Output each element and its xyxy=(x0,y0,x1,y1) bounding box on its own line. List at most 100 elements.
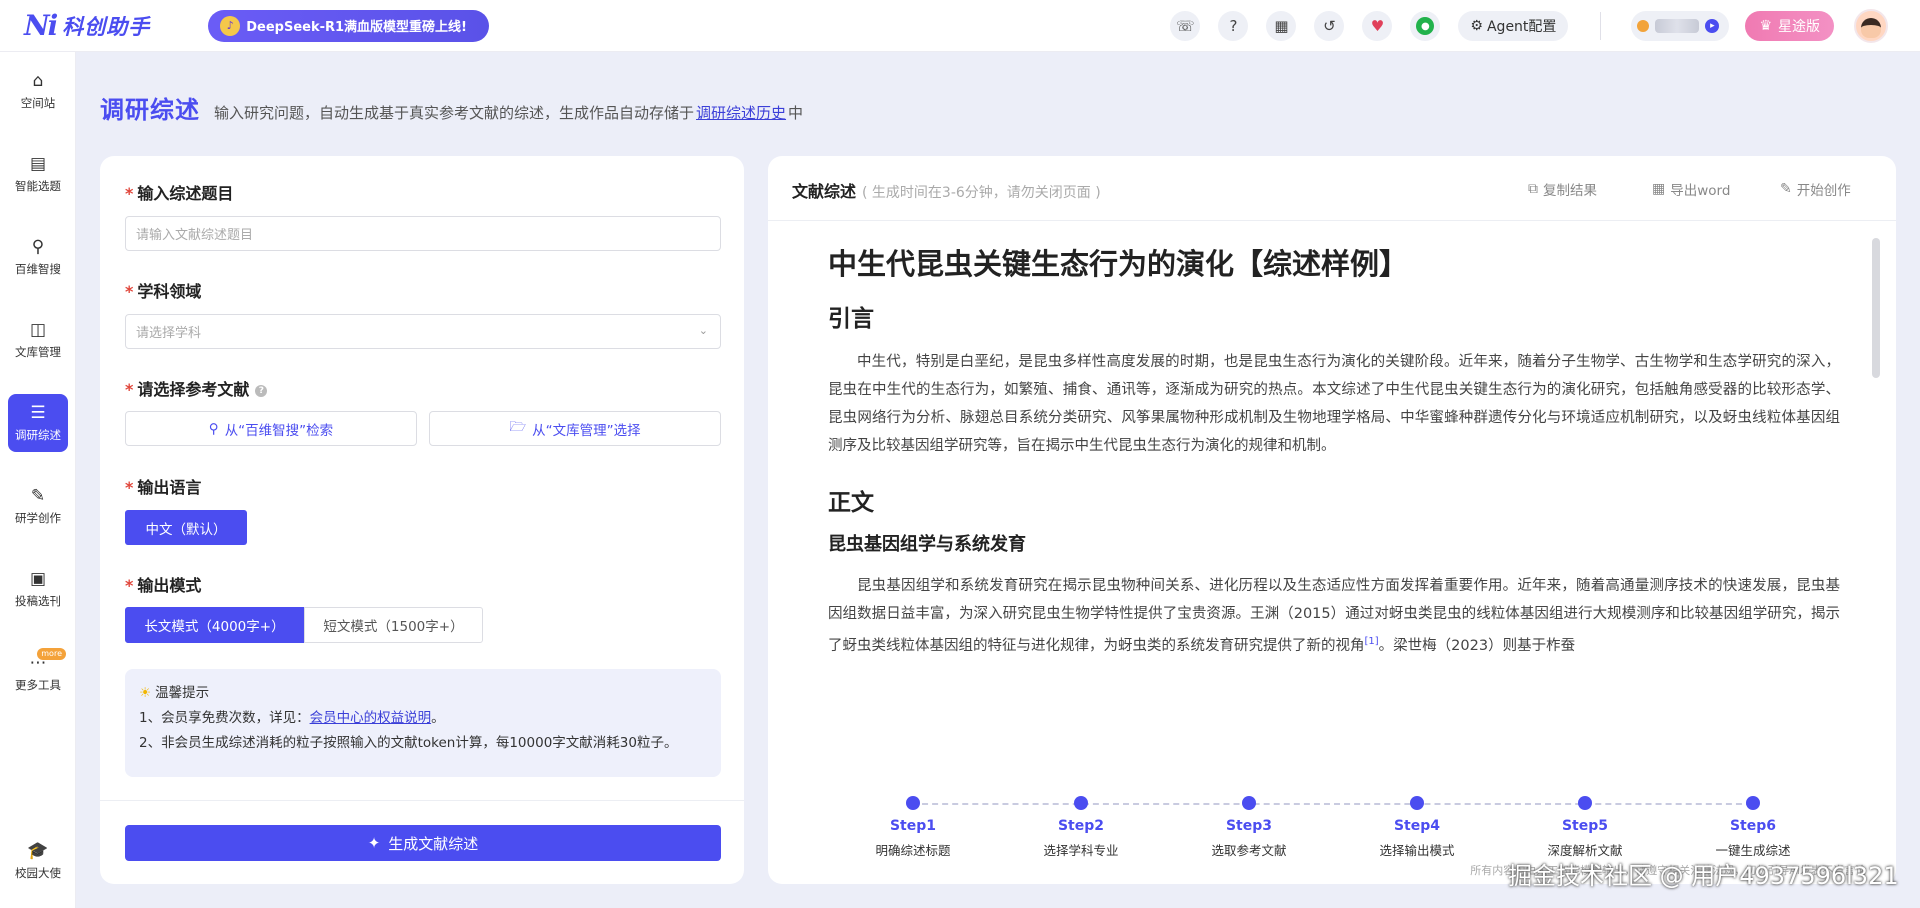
promo-banner[interactable]: ♪ DeepSeek-R1满血版模型重磅上线! xyxy=(208,9,489,42)
lang-option-chinese[interactable]: 中文（默认） xyxy=(125,510,247,545)
review-form-panel: * 输入综述题目 请输入文献综述题目 * 学科领域 请选择学科 ⌄ * 请选择参考文献… xyxy=(100,156,744,884)
generate-review-button[interactable]: ✦ 生成文献综述 xyxy=(125,825,721,861)
megaphone-icon: ♪ xyxy=(220,15,241,36)
magic-wand-icon: ✦ xyxy=(367,834,381,852)
arrow-right-icon: ▸ xyxy=(1705,19,1720,33)
vip-button[interactable]: ♛ 星途版 xyxy=(1745,11,1834,41)
edit-icon: ✎ xyxy=(30,486,46,506)
coin-icon xyxy=(1637,20,1650,32)
wechat-icon[interactable]: ● xyxy=(1410,11,1441,41)
step-dot xyxy=(1074,796,1088,810)
watermark: 掘金技术社区 @ 用户4937596l321 xyxy=(1508,862,1899,890)
desc-text: 输入研究问题，自动生成基于真实参考文献的综述，生成作品自动存储于 xyxy=(214,104,695,122)
sidebar-item-label: 智能选题 xyxy=(15,179,61,193)
agent-config-button[interactable]: ⚙ Agent配置 xyxy=(1458,11,1569,41)
lang-label: * 输出语言 xyxy=(125,478,202,497)
page-title: 调研综述 xyxy=(100,96,200,124)
sidebar-item-writing[interactable]: ✎ 研学创作 xyxy=(8,477,68,535)
refs-label: * 请选择参考文献? xyxy=(125,376,268,400)
avatar-face xyxy=(1861,18,1881,38)
sidebar-item-label: 调研综述 xyxy=(15,428,61,442)
home-icon: ⌂ xyxy=(32,71,44,91)
steps-bar: Step1 明确综述标题 Step2 选择学科专业 Step3 选取参考文献 S… xyxy=(768,776,1896,859)
more-badge: more xyxy=(37,648,66,660)
topic-placeholder: 请输入文献综述题目 xyxy=(136,228,254,243)
topic-input[interactable]: 请输入文献综述题目 xyxy=(125,216,721,251)
step-item: Step2 选择学科专业 xyxy=(1016,796,1146,859)
tips-title: ☀ 温馨提示 xyxy=(139,685,210,701)
section-heading: 昆虫基因组学与系统发育 xyxy=(828,534,1026,555)
tips-box: ☀ 温馨提示 1、会员享免费次数，详见：会员中心的权益说明。 2、非会员生成综述消… xyxy=(125,669,721,777)
step-number: Step1 xyxy=(889,818,937,834)
subject-placeholder: 请选择学科 xyxy=(136,326,202,341)
step-number: Step4 xyxy=(1393,818,1441,834)
copy-result-button[interactable]: ⧉ 复制结果 xyxy=(1528,179,1597,199)
ref-library-label: 从“文库管理”选择 xyxy=(532,422,641,439)
citation-link[interactable]: [1] xyxy=(1365,636,1379,647)
step-item: Step1 明确综述标题 xyxy=(848,796,978,859)
step-dot xyxy=(906,796,920,810)
step-number: Step3 xyxy=(1225,818,1273,834)
sidebar-item-label: 更多工具 xyxy=(15,678,61,692)
sidebar-item-label: 空间站 xyxy=(20,96,56,110)
mode-short-button[interactable]: 短文模式（1500字+） xyxy=(304,607,483,643)
body-heading: 正文 xyxy=(828,490,874,516)
search-doc-icon: ⚲ xyxy=(31,237,45,257)
heart-pulse-icon[interactable]: ♥ xyxy=(1362,11,1393,41)
review-history-link[interactable]: 调研综述历史 xyxy=(696,104,786,122)
start-creation-button[interactable]: ✎ 开始创作 xyxy=(1780,179,1851,199)
chevron-down-icon: ⌄ xyxy=(698,324,708,337)
step-dot xyxy=(1578,796,1592,810)
page-description: 输入研究问题，自动生成基于真实参考文献的综述，生成作品自动存储于 调研综述历史中 xyxy=(214,102,803,123)
folder-icon: 🗁 xyxy=(509,419,527,435)
journal-icon: ▣ xyxy=(29,569,47,589)
sidebar-item-space-station[interactable]: ⌂ 空间站 xyxy=(8,62,68,120)
step-item: Step6 一键生成综述 xyxy=(1688,796,1818,859)
step-description: 选取参考文献 xyxy=(1211,843,1287,858)
subject-select[interactable]: 请选择学科 ⌄ xyxy=(125,314,721,349)
scrollbar[interactable] xyxy=(1872,238,1880,378)
ref-search-button[interactable]: ⚲ 从“百维智搜”检索 xyxy=(125,411,417,446)
brand-name: 科创助手 xyxy=(62,14,151,39)
agent-config-label: Agent配置 xyxy=(1486,19,1557,35)
sidebar-item-journal[interactable]: ▣ 投稿选刊 xyxy=(8,560,68,618)
member-rights-link[interactable]: 会员中心的权益说明 xyxy=(310,710,432,726)
particle-balance[interactable]: ▸ xyxy=(1631,11,1730,41)
crown-icon: ♛ xyxy=(1759,18,1772,34)
intro-paragraph: 中生代，特别是白垩纪，是昆虫多样性高度发展的时期，也是昆虫生态行为演化的关键阶段… xyxy=(828,354,1840,454)
sidebar-item-review[interactable]: ☰ 调研综述 xyxy=(8,394,68,452)
gear-icon: ⚙ xyxy=(1470,18,1483,34)
sidebar-item-library[interactable]: ◫ 文库管理 xyxy=(8,311,68,369)
sidebar-item-campus-ambassador[interactable]: 🎓 校园大使 xyxy=(8,832,68,890)
step-item: Step3 选取参考文献 xyxy=(1184,796,1314,859)
avatar[interactable] xyxy=(1854,9,1888,43)
history-icon[interactable]: ↺ xyxy=(1314,11,1345,41)
headset-icon[interactable]: ☏ xyxy=(1170,11,1201,41)
question-icon[interactable]: ? xyxy=(1218,11,1249,41)
tip-1: 1、会员享免费次数，详见：会员中心的权益说明。 xyxy=(139,710,445,726)
result-title: 文献综述( 生成时间在3-6分钟，请勿关闭页面 ) xyxy=(792,182,1101,201)
mode-long-button[interactable]: 长文模式（4000字+） xyxy=(125,607,304,643)
word-icon: ▦ xyxy=(1652,181,1666,197)
section-paragraph: 昆虫基因组学和系统发育研究在揭示昆虫物种间关系、进化历程以及生态适应性方面发挥着… xyxy=(828,578,1840,654)
calendar-icon[interactable]: ▦ xyxy=(1266,11,1297,41)
topic-label: * 输入综述题目 xyxy=(125,184,234,203)
help-icon: ? xyxy=(255,384,268,397)
top-right-tools: ☏ ? ▦ ↺ ♥ ● ⚙ Agent配置 ▸ ♛ 星途版 xyxy=(1152,0,1888,52)
logo[interactable]: Ni 科创助手 xyxy=(24,9,150,42)
sidebar-item-more-tools[interactable]: more ⋯ 更多工具 xyxy=(8,644,68,702)
ref-library-button[interactable]: 🗁 从“文库管理”选择 xyxy=(429,411,721,446)
review-document: 中生代昆虫关键生态行为的演化【综述样例】 引言 中生代，特别是白垩纪，是昆虫多样… xyxy=(828,244,1840,804)
book-open-icon: ☰ xyxy=(30,403,46,423)
copy-icon: ⧉ xyxy=(1528,181,1538,197)
clipboard-icon: ▤ xyxy=(29,154,47,174)
subject-label: * 学科领域 xyxy=(125,282,202,301)
sidebar-item-search[interactable]: ⚲ 百维智搜 xyxy=(8,228,68,286)
step-description: 明确综述标题 xyxy=(875,843,951,858)
export-word-button[interactable]: ▦ 导出word xyxy=(1652,179,1730,199)
sidebar-item-label: 投稿选刊 xyxy=(15,594,61,608)
result-header: 文献综述( 生成时间在3-6分钟，请勿关闭页面 ) ⧉ 复制结果 ▦ 导出word … xyxy=(768,156,1896,221)
sidebar-item-topic[interactable]: ▤ 智能选题 xyxy=(8,145,68,203)
step-dot xyxy=(1410,796,1424,810)
lightbulb-icon: ☀ xyxy=(139,685,152,701)
